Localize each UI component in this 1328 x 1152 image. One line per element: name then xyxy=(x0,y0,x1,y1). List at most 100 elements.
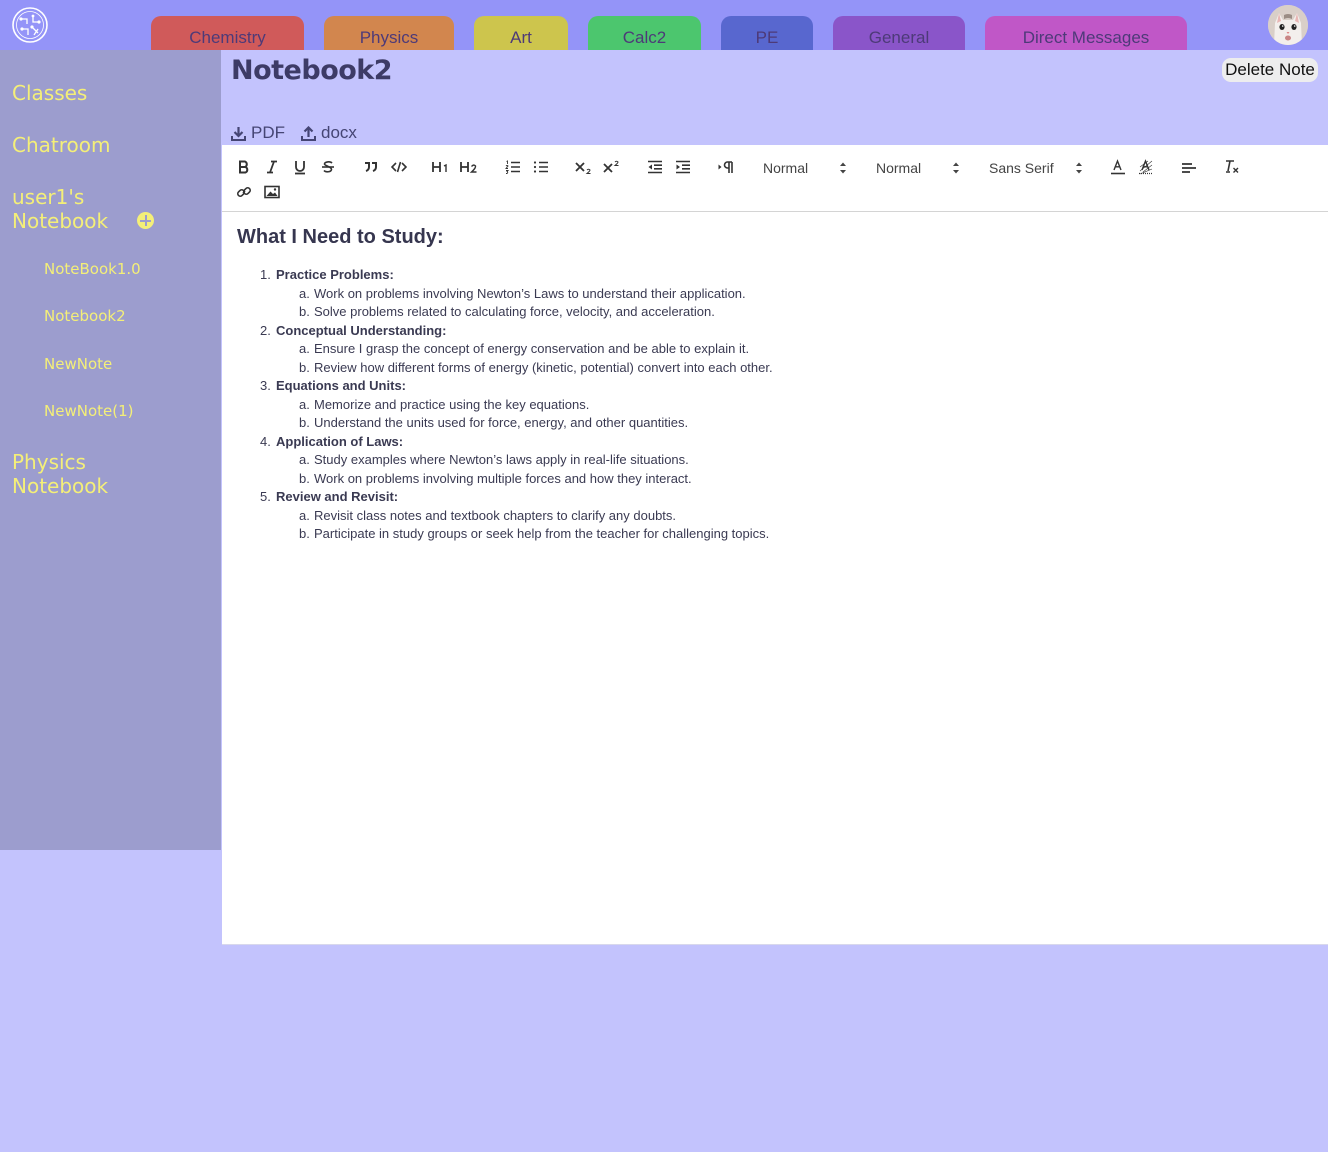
header-picker[interactable]: Normal xyxy=(763,158,848,178)
physics-notebook-line1: Physics xyxy=(12,450,86,474)
tab-calc2[interactable]: Calc2 xyxy=(588,16,701,50)
subscript-icon[interactable] xyxy=(574,157,594,177)
app-logo-icon[interactable] xyxy=(12,7,48,43)
user-avatar[interactable] xyxy=(1268,5,1308,45)
sub-list-item: a. Work on problems involving Newton’s La… xyxy=(260,285,773,304)
size-picker[interactable]: Normal xyxy=(876,158,961,178)
list-number: 3. xyxy=(260,378,271,393)
download-icon xyxy=(231,126,246,141)
export-pdf-label: PDF xyxy=(251,123,285,142)
tab-physics[interactable]: Physics xyxy=(324,16,454,50)
sub-list-letter: a. xyxy=(299,341,310,356)
sub-list-text: Work on problems involving Newton’s Laws… xyxy=(314,285,746,301)
tab-general[interactable]: General xyxy=(833,16,965,50)
superscript-icon[interactable] xyxy=(602,157,622,177)
list-number: 2. xyxy=(260,322,271,338)
sidebar-note-notebook1-0[interactable]: NoteBook1.0 xyxy=(44,259,141,279)
tab-label: Chemistry xyxy=(189,28,266,47)
sub-list-letter: a. xyxy=(299,396,310,412)
list-item: 5. Review and Revisit: xyxy=(260,488,773,507)
tab-label: Art xyxy=(510,28,532,47)
sub-list-text: Participate in study groups or seek help… xyxy=(314,526,770,541)
tab-pe[interactable]: PE xyxy=(721,16,813,50)
sub-list-item: a. Ensure I grasp the concept of energy c… xyxy=(260,340,773,359)
sub-list-item: a. Study examples where Newton’s laws app… xyxy=(260,451,773,470)
sub-list-item: b. Participate in study groups or seek he… xyxy=(260,525,773,544)
text-direction-icon[interactable] xyxy=(716,157,736,177)
sidebar-item-physics-notebook[interactable]: Physics Notebook xyxy=(12,450,108,498)
top-nav-bar: Chemistry Physics Art Calc2 PE General D… xyxy=(0,0,1328,50)
text-color-icon[interactable] xyxy=(1108,157,1128,177)
font-picker[interactable]: Sans Serif xyxy=(989,158,1084,178)
sidebar-item-classes[interactable]: Classes xyxy=(12,81,87,105)
list-item-title: Practice Problems: xyxy=(276,267,394,282)
sidebar-item-user-notebook[interactable]: user1's Notebook xyxy=(12,185,108,233)
sub-list-text: Revisit class notes and textbook chapter… xyxy=(314,507,677,523)
rich-text-editor: Normal Normal Sans Serif What I Need to … xyxy=(222,145,1328,945)
tab-label: Direct Messages xyxy=(1022,28,1150,47)
underline-icon[interactable] xyxy=(290,157,310,177)
sidebar-note-notebook2[interactable]: Notebook2 xyxy=(44,306,126,326)
upload-icon xyxy=(301,125,316,141)
chevron-updown-icon xyxy=(840,162,846,174)
sub-list-item: b. Review how different forms of energy (… xyxy=(260,359,773,378)
sub-list-text: Memorize and practice using the key equa… xyxy=(314,396,590,412)
sub-list-text: Study examples where Newton’s laws apply… xyxy=(314,452,689,467)
tab-direct-messages[interactable]: Direct Messages xyxy=(985,16,1187,50)
physics-notebook-line2: Notebook xyxy=(12,474,109,498)
ordered-list-icon[interactable] xyxy=(503,157,523,177)
sidebar: Classes Chatroom user1's Notebook NoteBo… xyxy=(0,50,221,850)
sub-list-letter: b. xyxy=(299,304,310,319)
chevron-updown-icon xyxy=(1076,162,1082,174)
italic-icon[interactable] xyxy=(262,157,282,177)
list-item-title: Application of Laws: xyxy=(276,433,404,449)
tab-art[interactable]: Art xyxy=(474,16,568,50)
list-number: 1. xyxy=(260,267,271,282)
tab-label: General xyxy=(868,28,930,47)
sub-list-text: Work on problems involving multiple forc… xyxy=(314,470,692,486)
note-title: Notebook2 xyxy=(231,55,393,86)
notebook-label-line1: user1's xyxy=(12,185,85,209)
sub-list-text: Solve problems related to calculating fo… xyxy=(314,304,715,319)
background-color-icon[interactable] xyxy=(1136,157,1156,177)
link-icon[interactable] xyxy=(234,182,254,202)
blockquote-icon[interactable] xyxy=(361,157,381,177)
delete-note-button[interactable]: Delete Note xyxy=(1222,58,1318,82)
outdent-icon[interactable] xyxy=(645,157,665,177)
sub-list-letter: b. xyxy=(299,359,310,375)
list-item-title: Review and Revisit: xyxy=(276,489,399,504)
strikethrough-icon[interactable] xyxy=(318,157,338,177)
sub-list-item: a. Memorize and practice using the key eq… xyxy=(260,396,773,415)
notebook-label-line2: Notebook xyxy=(12,209,109,233)
sub-list-letter: b. xyxy=(299,415,310,430)
sub-list-letter: b. xyxy=(299,470,310,486)
export-pdf-button[interactable]: PDF xyxy=(231,122,285,144)
bold-icon[interactable] xyxy=(234,157,254,177)
list-number: 4. xyxy=(260,433,271,449)
heading2-icon[interactable] xyxy=(459,157,479,177)
code-icon[interactable] xyxy=(389,157,409,177)
editor-content[interactable]: What I Need to Study: 1. Practice Problem… xyxy=(237,225,1313,541)
sub-list-item: b. Understand the units used for force, e… xyxy=(260,414,773,433)
add-note-icon[interactable] xyxy=(137,212,154,229)
bullet-list-icon[interactable] xyxy=(531,157,551,177)
size-picker-value: Normal xyxy=(876,160,922,176)
clear-formatting-icon[interactable] xyxy=(1222,157,1242,177)
study-list: 1. Practice Problems: a. Work on problems … xyxy=(260,266,773,544)
tab-label: PE xyxy=(755,28,779,47)
sidebar-note-newnote[interactable]: NewNote xyxy=(44,354,112,374)
image-icon[interactable] xyxy=(262,182,282,202)
sub-list-item: b. Work on problems involving multiple fo… xyxy=(260,470,773,489)
sub-list-text: Review how different forms of energy (ki… xyxy=(314,359,773,375)
header-picker-value: Normal xyxy=(763,160,809,176)
tab-label: Physics xyxy=(359,28,419,47)
heading1-icon[interactable] xyxy=(431,157,451,177)
sub-list-item: b. Solve problems related to calculating … xyxy=(260,303,773,322)
sidebar-item-chatroom[interactable]: Chatroom xyxy=(12,133,110,157)
tab-chemistry[interactable]: Chemistry xyxy=(151,16,304,50)
indent-icon[interactable] xyxy=(673,157,693,177)
sidebar-note-newnote-1[interactable]: NewNote(1) xyxy=(44,401,133,421)
align-left-icon[interactable] xyxy=(1179,157,1199,177)
export-docx-button[interactable]: docx xyxy=(301,122,357,144)
sub-list-text: Ensure I grasp the concept of energy con… xyxy=(314,341,750,356)
